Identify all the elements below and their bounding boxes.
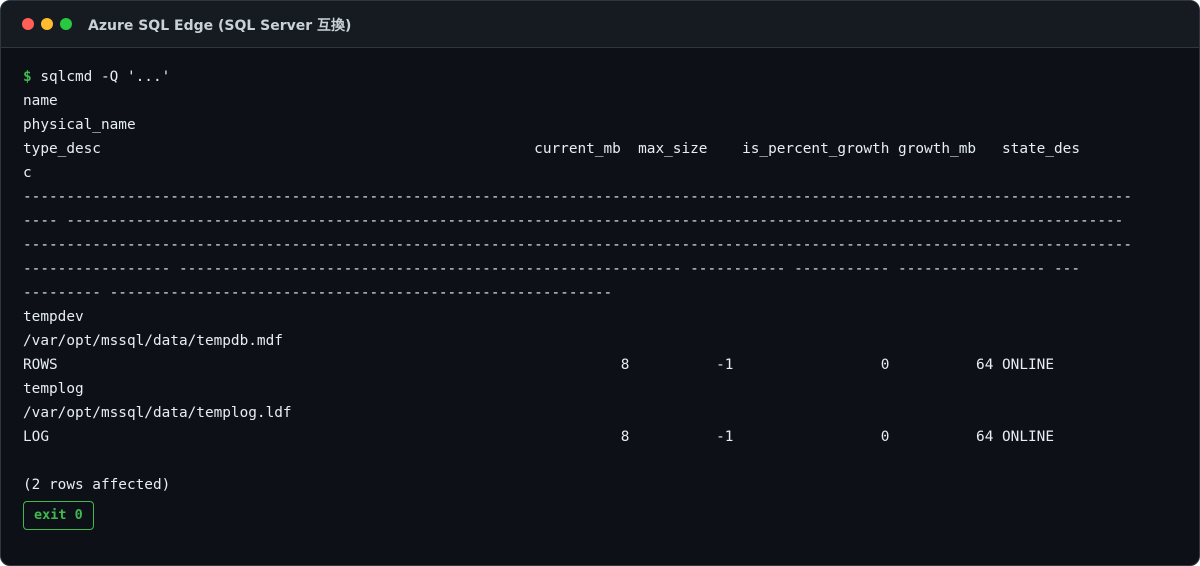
output-line: ----------------- ----------------------… [23,261,1080,277]
window-title: Azure SQL Edge (SQL Server 互換) [88,18,352,34]
terminal-output[interactable]: $ sqlcmd -Q '...' name physical_name typ… [23,65,1179,530]
output-line: LOG 8 -1 0 64 ONLINE [23,429,1055,445]
output-line: physical_name [23,117,136,133]
output-line: /var/opt/mssql/data/templog.ldf [23,405,292,421]
minimize-window-button[interactable] [41,18,53,30]
output-line: /var/opt/mssql/data/tempdb.mdf [23,333,283,349]
prompt-symbol: $ [23,69,32,85]
title-bar: Azure SQL Edge (SQL Server 互換) [1,1,1199,48]
output-line: ----------------------------------------… [23,189,1132,205]
output-line: ----------------------------------------… [23,237,1132,253]
exit-status-badge: exit 0 [23,501,94,530]
output-line: tempdev [23,309,84,325]
output-line: ROWS 8 -1 0 64 ONLINE [23,357,1055,373]
output-line: name [23,93,58,109]
maximize-window-button[interactable] [60,18,72,30]
command-line: $ sqlcmd -Q '...' [23,65,1179,89]
output-line: type_desc current_mb max_size is_percent… [23,141,1080,157]
output-line: c [23,165,32,181]
output-line: ---- -----------------------------------… [23,213,1124,229]
output-line: templog [23,381,84,397]
command-text: sqlcmd -Q '...' [40,69,171,85]
close-window-button[interactable] [22,18,34,30]
output-line: --------- ------------------------------… [23,285,613,301]
terminal-window: Azure SQL Edge (SQL Server 互換) $ sqlcmd … [0,0,1200,566]
rows-affected-summary: (2 rows affected) [23,477,171,493]
